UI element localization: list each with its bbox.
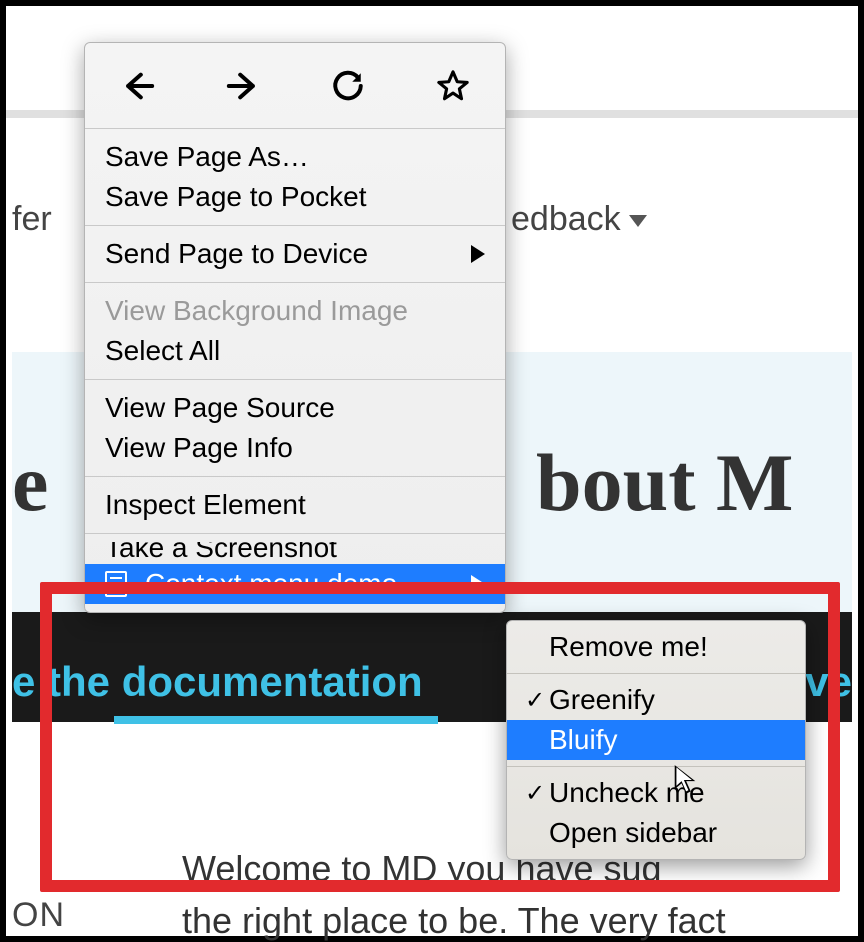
check-icon: ✓ [521,686,549,715]
menu-item-save-to-pocket[interactable]: Save Page to Pocket [85,177,505,217]
star-icon [436,69,470,103]
forward-button[interactable] [190,43,295,128]
documentation-link[interactable]: e the documentation [12,658,423,706]
menu-item-inspect[interactable]: Inspect Element [85,485,505,525]
arrow-left-icon [121,69,155,103]
menu-item-view-page-info[interactable]: View Page Info [85,428,505,468]
submenu-item-uncheck[interactable]: ✓Uncheck me [507,773,805,813]
menu-item-context-demo[interactable]: Context menu demo [85,564,505,604]
context-menu: Save Page As… Save Page to Pocket Send P… [84,42,506,613]
bookmark-button[interactable] [400,43,505,128]
menu-item-select-all[interactable]: Select All [85,331,505,371]
reload-button[interactable] [295,43,400,128]
submenu-item-remove[interactable]: Remove me! [507,627,805,667]
menu-item-send-to-device[interactable]: Send Page to Device [85,234,505,274]
page-icon [105,571,127,597]
submenu-arrow-icon [471,245,485,263]
screenshot-frame: fer edback e bout M e the documentation … [0,0,864,942]
documentation-underline [114,716,438,724]
submenu-item-open-sidebar[interactable]: Open sidebar [507,813,805,853]
mouse-cursor-icon [672,764,698,796]
submenu-item-bluify[interactable]: Bluify [507,720,805,760]
arrow-right-icon [226,69,260,103]
submenu-item-greenify[interactable]: ✓Greenify [507,680,805,720]
context-submenu: Remove me! ✓Greenify Bluify ✓Uncheck me … [506,620,806,860]
menu-item-save-page-as[interactable]: Save Page As… [85,137,505,177]
check-icon: ✓ [521,779,549,808]
submenu-arrow-icon [471,575,485,593]
nav-fragment-right[interactable]: edback [511,200,647,239]
back-button[interactable] [85,43,190,128]
menu-item-view-source[interactable]: View Page Source [85,388,505,428]
left-fragment: ON [12,896,65,935]
chevron-down-icon [629,215,647,227]
menu-item-screenshot[interactable]: Take a Screenshot [85,542,505,564]
nav-fragment-left: fer [12,200,52,239]
reload-icon [331,69,365,103]
context-menu-nav-row [85,43,505,129]
menu-item-view-bg-image: View Background Image [85,291,505,331]
body-text-line2: the right place to be. The very fact [182,900,726,942]
